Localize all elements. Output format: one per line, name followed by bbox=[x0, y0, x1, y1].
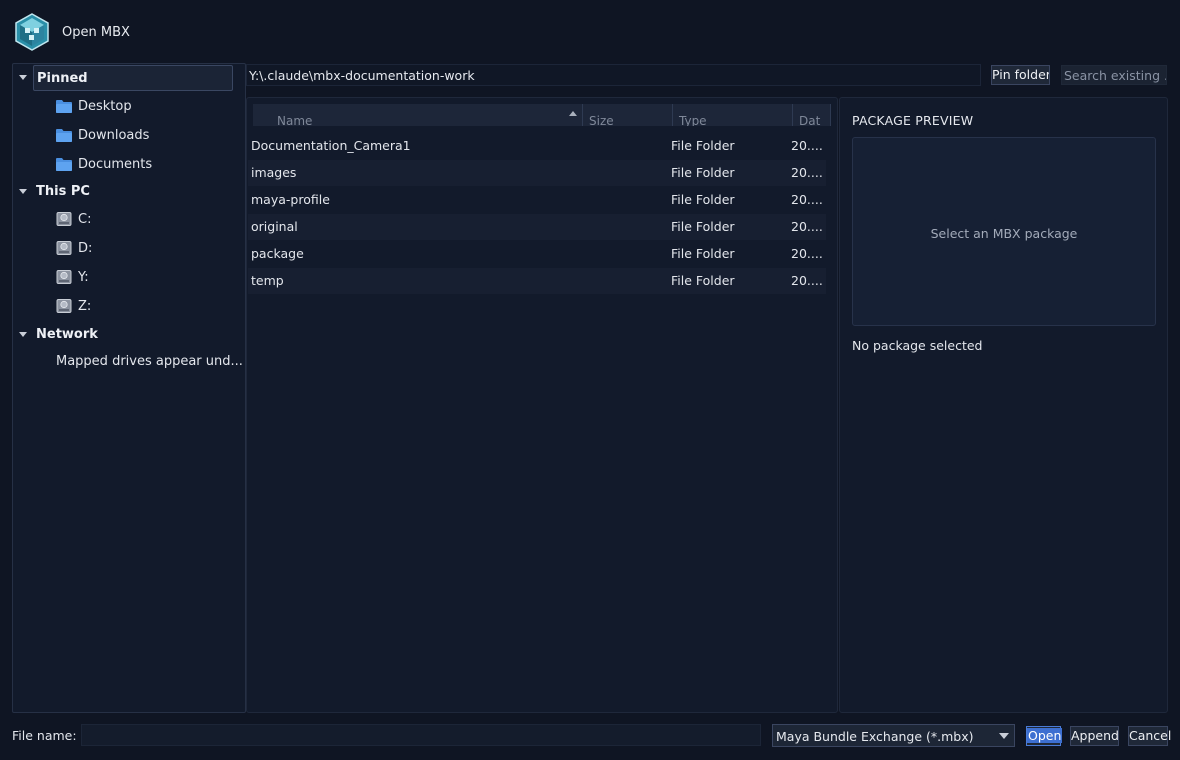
sidebar-item-label: Z: bbox=[78, 299, 92, 314]
file-date: 20.... bbox=[791, 219, 823, 234]
file-type: File Folder bbox=[671, 138, 735, 153]
file-type: File Folder bbox=[671, 165, 735, 180]
sidebar-group-pinned-selection[interactable]: Pinned bbox=[33, 65, 233, 91]
file-name: maya-profile bbox=[251, 192, 330, 207]
sidebar-item-desktop[interactable]: Desktop bbox=[13, 93, 245, 119]
sidebar-group-label: Pinned bbox=[37, 71, 88, 86]
file-name: package bbox=[251, 246, 304, 261]
preview-status: No package selected bbox=[852, 338, 983, 353]
file-name: original bbox=[251, 219, 298, 234]
column-header-label: Size bbox=[589, 114, 614, 126]
sidebar-group-pinned[interactable]: Pinned bbox=[13, 65, 245, 91]
sidebar-item-drive-d[interactable]: D: bbox=[13, 236, 245, 262]
sidebar-item-downloads[interactable]: Downloads bbox=[13, 122, 245, 148]
open-button[interactable]: Open bbox=[1026, 726, 1063, 746]
cancel-button[interactable]: Cancel bbox=[1128, 726, 1171, 746]
table-row[interactable]: Documentation_Camera1 File Folder 20.... bbox=[248, 133, 826, 159]
column-header-size[interactable]: Size bbox=[583, 104, 673, 126]
open-button-label: Open bbox=[1027, 728, 1063, 743]
column-header-label: Dat bbox=[799, 114, 821, 126]
sidebar-item-documents[interactable]: Documents bbox=[13, 151, 245, 177]
sidebar-item-drive-z[interactable]: Z: bbox=[13, 294, 245, 320]
file-date: 20.... bbox=[791, 246, 823, 261]
preview-title: PACKAGE PREVIEW bbox=[852, 113, 974, 128]
drive-icon bbox=[56, 212, 72, 226]
file-date: 20.... bbox=[791, 273, 823, 288]
network-note-text: Mapped drives appear und... bbox=[56, 354, 243, 369]
sidebar-item-drive-y[interactable]: Y: bbox=[13, 265, 245, 291]
file-type: File Folder bbox=[671, 273, 735, 288]
sidebar-item-label: Downloads bbox=[78, 128, 150, 143]
drive-icon bbox=[56, 299, 72, 313]
chevron-down-icon[interactable] bbox=[19, 75, 27, 80]
preview-placeholder: Select an MBX package bbox=[930, 226, 1078, 241]
file-date: 20.... bbox=[791, 192, 823, 207]
file-type: File Folder bbox=[671, 219, 735, 234]
mbx-cube-icon bbox=[15, 13, 49, 51]
table-row[interactable]: images File Folder 20.... bbox=[248, 160, 826, 186]
table-row[interactable]: package File Folder 20.... bbox=[248, 241, 826, 267]
sidebar-item-label: Documents bbox=[78, 157, 153, 172]
sidebar-item-label: D: bbox=[78, 241, 93, 256]
file-name-input[interactable] bbox=[81, 724, 761, 746]
file-type: File Folder bbox=[671, 192, 735, 207]
table-row[interactable]: original File Folder 20.... bbox=[248, 214, 826, 240]
title-bar: Open MBX bbox=[0, 0, 1180, 62]
path-field[interactable]: Y:\.claude\mbx-documentation-work bbox=[246, 64, 981, 86]
sidebar-item-label: C: bbox=[78, 212, 92, 227]
sidebar-item-label: Y: bbox=[78, 270, 89, 285]
file-date: 20.... bbox=[791, 138, 823, 153]
column-header-type[interactable]: Type bbox=[673, 104, 793, 126]
column-header-label: Type bbox=[679, 114, 707, 126]
table-row[interactable]: maya-profile File Folder 20.... bbox=[248, 187, 826, 213]
chevron-down-icon bbox=[999, 733, 1009, 739]
network-note: Mapped drives appear und... bbox=[13, 349, 245, 375]
window-title: Open MBX bbox=[62, 25, 130, 40]
table-row[interactable]: temp File Folder 20.... bbox=[248, 268, 826, 294]
sidebar-group-network[interactable]: Network bbox=[13, 322, 245, 348]
sidebar-group-label: Network bbox=[36, 327, 98, 342]
drive-icon bbox=[56, 270, 72, 284]
append-button[interactable]: Append bbox=[1070, 726, 1119, 746]
search-input[interactable]: Search existing ... bbox=[1061, 65, 1167, 85]
file-name: temp bbox=[251, 273, 284, 288]
file-name: images bbox=[251, 165, 297, 180]
chevron-down-icon[interactable] bbox=[19, 332, 27, 337]
sidebar-item-drive-c[interactable]: C: bbox=[13, 207, 245, 233]
file-name-label: File name: bbox=[12, 728, 77, 743]
drive-icon bbox=[56, 241, 72, 255]
file-date: 20.... bbox=[791, 165, 823, 180]
chevron-down-icon[interactable] bbox=[19, 189, 27, 194]
sidebar-item-label: Desktop bbox=[78, 99, 132, 114]
file-name: Documentation_Camera1 bbox=[251, 138, 411, 153]
file-type: File Folder bbox=[671, 246, 735, 261]
folder-icon bbox=[56, 129, 72, 142]
sidebar-group-label: This PC bbox=[36, 184, 90, 199]
file-list-panel[interactable]: Name Size Type Dat Documentation_Camera1… bbox=[246, 97, 838, 713]
pin-folder-button[interactable]: Pin folder bbox=[991, 65, 1050, 85]
sidebar-tree[interactable]: Pinned Desktop Downloads Documents This … bbox=[12, 63, 246, 713]
package-preview-panel: PACKAGE PREVIEW Select an MBX package No… bbox=[839, 97, 1168, 713]
column-header-date[interactable]: Dat bbox=[793, 104, 831, 126]
sidebar-group-this-pc[interactable]: This PC bbox=[13, 179, 245, 205]
column-header-name[interactable]: Name bbox=[253, 104, 583, 126]
file-type-select[interactable]: Maya Bundle Exchange (*.mbx) bbox=[772, 724, 1015, 747]
file-type-value: Maya Bundle Exchange (*.mbx) bbox=[776, 729, 974, 744]
folder-icon bbox=[56, 158, 72, 171]
column-header-label: Name bbox=[277, 114, 313, 126]
file-list-header: Name Size Type Dat bbox=[253, 104, 831, 126]
sort-ascending-icon bbox=[569, 111, 577, 116]
preview-box: Select an MBX package bbox=[852, 137, 1156, 326]
folder-icon bbox=[56, 100, 72, 113]
